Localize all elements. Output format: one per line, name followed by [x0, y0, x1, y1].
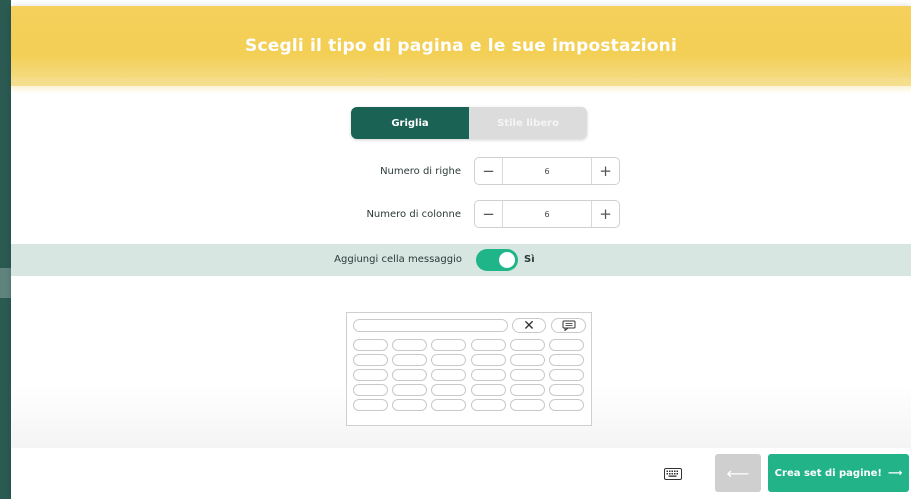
grid-preview: ✕	[346, 312, 592, 426]
preview-cell	[431, 399, 467, 411]
preview-cell	[431, 354, 467, 366]
message-cell-row: Aggiungi cella messaggio Sì	[11, 244, 911, 276]
rows-label: Numero di righe	[380, 166, 461, 177]
arrow-right-icon: ⟶	[887, 467, 903, 479]
preview-cell	[392, 384, 428, 396]
preview-cell	[392, 369, 428, 381]
rows-value[interactable]: 6	[503, 158, 591, 184]
preview-cell	[509, 339, 545, 351]
message-cell-toggle[interactable]	[476, 249, 518, 271]
message-cell-label: Aggiungi cella messaggio	[334, 254, 462, 265]
preview-cell	[470, 354, 506, 366]
preview-cell	[509, 354, 545, 366]
columns-increment-button[interactable]: +	[591, 201, 619, 227]
preview-cell	[470, 384, 506, 396]
rows-increment-button[interactable]: +	[591, 158, 619, 184]
header-fade	[11, 78, 911, 94]
chat-icon	[562, 320, 575, 331]
rows-stepper: − 6 +	[474, 157, 620, 185]
preview-cell	[549, 399, 584, 411]
back-button[interactable]: ⟵	[715, 454, 761, 492]
preview-cell	[392, 354, 428, 366]
preview-cell	[549, 339, 584, 351]
dialog-title: Scegli il tipo di pagina e le sue impost…	[245, 36, 677, 56]
preview-message-bar	[353, 319, 508, 332]
back-arrow-icon: ⟵	[726, 463, 750, 483]
preview-cell	[431, 339, 467, 351]
columns-stepper: − 6 +	[474, 200, 620, 228]
keyboard-icon[interactable]	[664, 468, 682, 480]
preview-chat-cell	[551, 318, 586, 333]
app-window: Scegli il tipo di pagina e le sue impost…	[0, 0, 911, 499]
preview-cell	[392, 399, 428, 411]
preview-cell	[392, 339, 428, 351]
preview-cell	[353, 339, 388, 351]
preview-cell	[431, 369, 467, 381]
preview-cell	[353, 354, 388, 366]
preview-cell	[509, 369, 545, 381]
message-cell-state: Sì	[524, 254, 535, 265]
close-icon: ✕	[523, 317, 535, 334]
preview-cell	[431, 384, 467, 396]
preview-cell	[509, 384, 545, 396]
preview-cell	[470, 399, 506, 411]
preview-cell	[353, 384, 388, 396]
preview-cell	[470, 369, 506, 381]
page-type-grid-button[interactable]: Griglia	[351, 107, 469, 139]
columns-value[interactable]: 6	[503, 201, 591, 227]
toggle-knob	[499, 252, 515, 268]
preview-cell	[549, 369, 584, 381]
preview-cell	[353, 399, 388, 411]
page-settings-dialog: Scegli il tipo di pagina e le sue impost…	[11, 6, 911, 499]
page-type-freestyle-button[interactable]: Stile libero	[469, 107, 587, 139]
rows-decrement-button[interactable]: −	[475, 158, 503, 184]
left-sidebar-edge	[0, 0, 11, 499]
create-page-set-label: Crea set di pagine!	[774, 467, 882, 479]
page-type-selector: Griglia Stile libero	[351, 107, 587, 139]
preview-cell	[549, 384, 584, 396]
preview-close-cell: ✕	[512, 318, 546, 333]
columns-decrement-button[interactable]: −	[475, 201, 503, 227]
dialog-header: Scegli il tipo di pagina e le sue impost…	[11, 6, 911, 86]
preview-cell	[470, 339, 506, 351]
columns-label: Numero di colonne	[366, 209, 461, 220]
create-page-set-button[interactable]: Crea set di pagine! ⟶	[768, 454, 909, 492]
preview-cell	[509, 399, 545, 411]
preview-cell	[353, 369, 388, 381]
preview-cell	[549, 354, 584, 366]
